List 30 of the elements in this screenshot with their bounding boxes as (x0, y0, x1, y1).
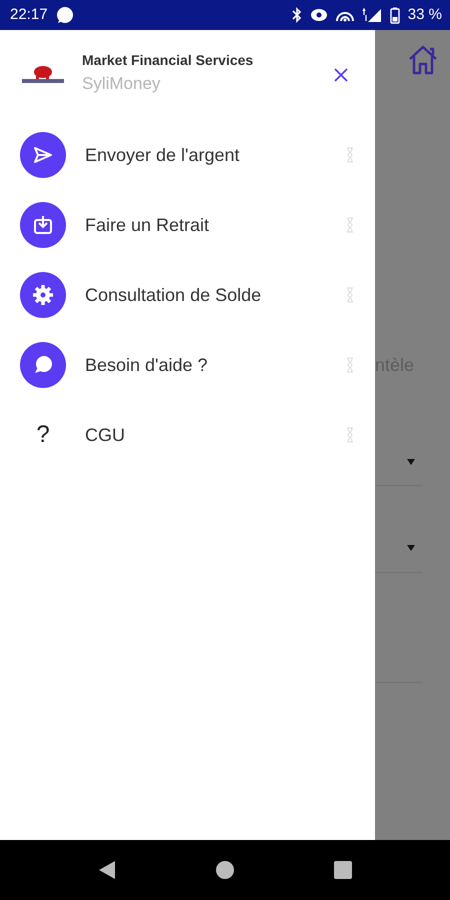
signal-icon (362, 7, 382, 23)
hourglass-icon (346, 287, 354, 303)
battery-percentage: 33 % (408, 4, 442, 25)
send-circle-icon[interactable] (20, 132, 66, 178)
chat-circle-icon[interactable] (20, 342, 66, 388)
menu-item-link[interactable]: Envoyer de l'argent (85, 142, 240, 168)
back-icon[interactable] (98, 860, 116, 880)
app-name: SyliMoney (82, 72, 162, 95)
battery-icon (390, 6, 400, 24)
hourglass-icon (346, 147, 354, 163)
hourglass-icon (346, 217, 354, 233)
menu-item-link[interactable]: Faire un Retrait (85, 212, 210, 238)
bluetooth-icon (292, 7, 302, 23)
close-icon[interactable] (334, 68, 348, 82)
caret-icon[interactable] (407, 459, 415, 465)
menu-item-link[interactable]: CGU (85, 422, 125, 448)
menu-item-link[interactable]: Besoin d'aide ? (85, 352, 208, 378)
status-time: 22:17 (10, 4, 48, 25)
caret-icon[interactable] (407, 545, 415, 551)
home-icon[interactable] (407, 45, 439, 75)
menu-item-link[interactable]: Consultation de Solde (85, 282, 262, 308)
organization-name: Market Financial Services (82, 50, 254, 70)
eye-icon (310, 8, 328, 22)
chat-app-icon (56, 6, 74, 24)
hourglass-icon (346, 357, 354, 373)
download-circle-icon[interactable] (20, 202, 66, 248)
question-mark-icon[interactable]: ? (20, 417, 66, 453)
home-button-icon[interactable] (216, 861, 234, 879)
hourglass-icon (346, 427, 354, 443)
settings-circle-icon[interactable] (20, 272, 66, 318)
